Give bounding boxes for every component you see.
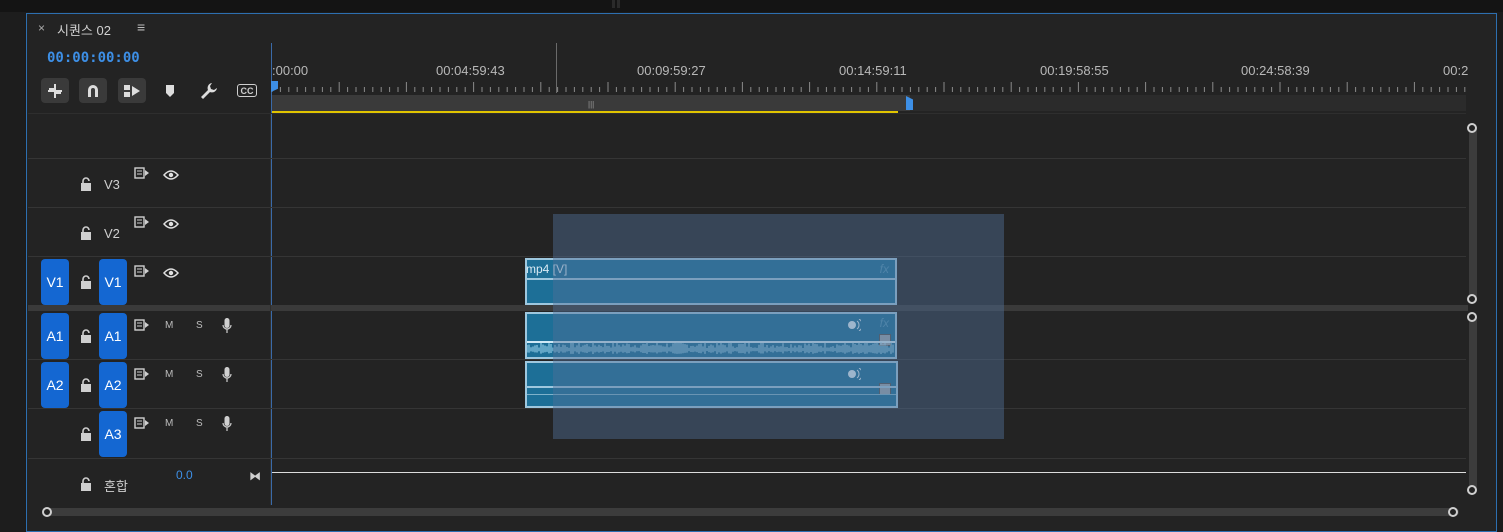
lock-icon[interactable] [80,378,92,392]
lock-icon[interactable] [80,427,92,441]
work-area-grip-icon[interactable]: ||| [588,100,594,109]
scrollbar-handle[interactable] [1467,485,1477,495]
scrollbar-handle[interactable] [1467,312,1477,322]
sync-lock-icon[interactable] [134,368,150,380]
lock-icon[interactable] [80,226,92,240]
track-target-a1[interactable]: A1 [99,313,127,359]
track-target-v1[interactable]: V1 [99,259,127,305]
sync-lock-icon[interactable] [134,216,150,228]
eye-icon[interactable] [163,268,179,278]
scrollbar-handle[interactable] [42,507,52,517]
eye-icon[interactable] [163,170,179,180]
mute-button[interactable]: M [165,418,173,429]
microphone-icon[interactable] [222,416,232,432]
lock-icon[interactable] [80,275,92,289]
microphone-icon[interactable] [222,367,232,383]
divider [28,158,1466,159]
divider [28,458,1466,459]
track-label-v2[interactable]: V2 [104,226,120,241]
wrench-icon [201,83,217,99]
mute-button[interactable]: M [165,320,173,331]
tab-menu-button[interactable]: ≡ [137,19,145,35]
audio-scrollbar[interactable] [1469,316,1477,492]
add-marker-button[interactable] [164,84,176,103]
eye-icon[interactable] [163,219,179,229]
scrollbar-handle[interactable] [1448,507,1458,517]
divider [28,113,1466,114]
linked-selection-icon [124,84,140,97]
top-bar [0,0,1503,12]
sync-lock-icon[interactable] [134,417,150,429]
ruler-label: 00:09:59:27 [637,63,706,78]
horizontal-scrollbar[interactable] [45,508,1459,516]
header-separator [270,113,271,505]
linked-selection-button[interactable] [118,78,146,103]
lock-icon[interactable] [80,477,92,491]
nest-icon [48,83,62,98]
snap-magnet-icon [88,84,98,97]
track-label-v3[interactable]: V3 [104,177,120,192]
solo-button[interactable]: S [196,369,203,380]
ruler-label: 00:19:58:55 [1040,63,1109,78]
mix-track-label: 혼합 [104,479,128,494]
lock-icon[interactable] [80,177,92,191]
scrollbar-handle[interactable] [1467,123,1477,133]
ruler-label: 00:2 [1443,63,1469,78]
ruler-label: 00:24:58:39 [1241,63,1310,78]
left-panel-edge [0,12,25,532]
selection-marquee [553,214,1004,439]
captions-label: CC [240,85,254,96]
sync-lock-icon[interactable] [134,319,150,331]
timeline-settings-button[interactable] [200,82,218,105]
divider [617,0,620,8]
ruler-label: :00:00 [272,63,309,78]
scrollbar-handle[interactable] [1467,294,1477,304]
solo-button[interactable]: S [196,418,203,429]
video-scrollbar[interactable] [1469,126,1477,302]
mix-volume-value[interactable]: 0.0 [176,468,193,482]
mute-button[interactable]: M [165,369,173,380]
ruler-label: 00:14:59:11 [839,63,907,78]
time-ruler-ticks[interactable] [272,78,1468,94]
snap-button[interactable] [79,78,107,103]
divider [28,207,1466,208]
marker-icon [166,85,174,97]
sync-lock-icon[interactable] [134,167,150,179]
lock-icon[interactable] [80,329,92,343]
solo-button[interactable]: S [196,320,203,331]
microphone-icon[interactable] [222,318,232,334]
playhead-timecode[interactable]: 00:00:00:00 [47,50,140,66]
track-target-a3[interactable]: A3 [99,411,127,457]
source-patch-a2[interactable]: A2 [41,362,69,408]
nest-sequence-button[interactable] [41,78,69,103]
captions-icon[interactable]: CC [237,84,257,97]
source-patch-a1[interactable]: A1 [41,313,69,359]
track-target-a2[interactable]: A2 [99,362,127,408]
divider [612,0,615,8]
mix-link-icon[interactable]: ⧓ [249,469,261,483]
sequence-tab-title[interactable]: 시퀀스 02 [57,20,111,39]
ruler-label: 00:04:59:43 [436,63,505,78]
source-patch-v1[interactable]: V1 [41,259,69,305]
tab-close-button[interactable]: × [38,21,45,35]
mix-level-line[interactable] [272,472,1466,473]
sync-lock-icon[interactable] [134,265,150,277]
